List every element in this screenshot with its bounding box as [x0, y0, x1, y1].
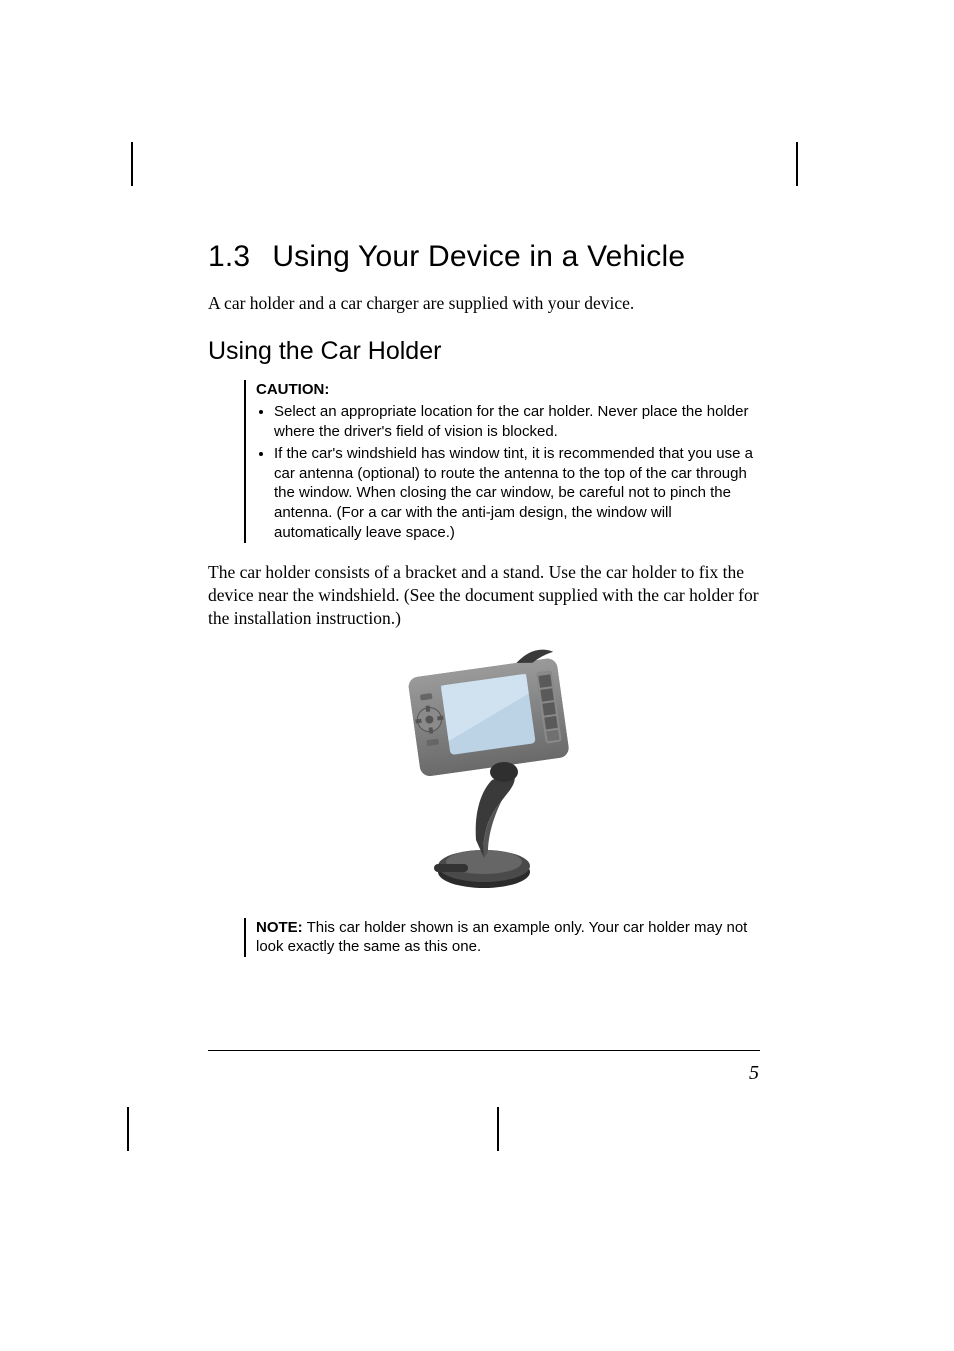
footer-rule [208, 1050, 760, 1051]
crop-mark [497, 1107, 499, 1151]
caution-box: CAUTION: Select an appropriate location … [244, 380, 760, 544]
crop-mark [127, 1107, 129, 1151]
page-number: 5 [749, 1062, 759, 1085]
caution-label: CAUTION: [256, 381, 329, 398]
crop-mark [796, 142, 798, 186]
caution-item: If the car's windshield has window tint,… [274, 444, 760, 544]
sub-heading: Using the Car Holder [208, 337, 760, 366]
page: 1.3 Using Your Device in a Vehicle A car … [0, 0, 954, 1351]
intro-paragraph: A car holder and a car charger are suppl… [208, 292, 760, 315]
caution-list: Select an appropriate location for the c… [256, 402, 760, 544]
note-box: NOTE: This car holder shown is an exampl… [244, 918, 760, 958]
content-area: 1.3 Using Your Device in a Vehicle A car … [208, 240, 760, 957]
note-label: NOTE: [256, 919, 303, 936]
section-number: 1.3 [208, 240, 250, 274]
body-paragraph: The car holder consists of a bracket and… [208, 561, 760, 629]
figure [208, 640, 760, 900]
caution-item: Select an appropriate location for the c… [274, 402, 760, 442]
section-heading: 1.3 Using Your Device in a Vehicle [208, 240, 760, 274]
note-text: This car holder shown is an example only… [256, 919, 747, 956]
section-title: Using Your Device in a Vehicle [272, 240, 685, 273]
crop-mark [131, 142, 133, 186]
car-holder-icon [374, 640, 594, 900]
